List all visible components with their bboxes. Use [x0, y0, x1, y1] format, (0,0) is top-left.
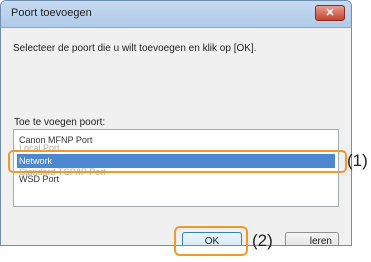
add-port-dialog: Poort toevoegen ✕ Selecteer de poort die…	[0, 0, 352, 246]
title-bar[interactable]: Poort toevoegen ✕	[1, 1, 351, 28]
instruction-text: Selecteer de poort die u wilt toevoegen …	[13, 43, 257, 54]
close-button[interactable]: ✕	[315, 5, 345, 21]
port-list-label: Toe te voegen poort:	[14, 117, 106, 128]
list-item-wsd-port[interactable]: WSD Port	[17, 174, 335, 185]
network-highlight-frame	[8, 150, 347, 173]
ok-highlight-frame	[174, 226, 248, 256]
callout-two: (2)	[252, 231, 273, 250]
callout-one: (1)	[347, 151, 368, 170]
close-icon: ✕	[325, 7, 335, 19]
window-title: Poort toevoegen	[11, 7, 92, 19]
cancel-button[interactable]: leren	[285, 232, 339, 245]
